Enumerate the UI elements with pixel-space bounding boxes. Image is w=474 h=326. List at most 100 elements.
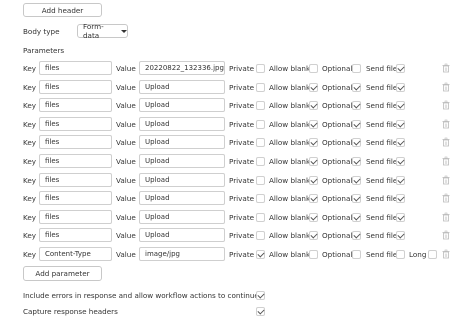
send-file-checkbox[interactable] — [396, 176, 405, 185]
private-checkbox[interactable] — [256, 194, 265, 203]
trash-icon[interactable] — [441, 82, 451, 92]
allow-blank-checkbox[interactable] — [309, 250, 318, 259]
optional-checkbox[interactable] — [352, 213, 361, 222]
allow-blank-checkbox[interactable] — [309, 157, 318, 166]
param-value-input[interactable]: Upload — [139, 154, 225, 168]
private-checkbox[interactable] — [256, 120, 265, 129]
send-file-checkbox[interactable] — [396, 157, 405, 166]
param-value-input[interactable]: Upload — [139, 191, 225, 205]
value-label: Value — [116, 194, 136, 203]
param-value-input[interactable]: Upload — [139, 173, 225, 187]
long-label: Long — [409, 250, 427, 259]
private-checkbox[interactable] — [256, 157, 265, 166]
param-key-input[interactable]: files — [39, 191, 112, 205]
allow-blank-label: Allow blank — [269, 231, 311, 240]
param-value-input[interactable]: Upload — [139, 228, 225, 242]
param-value-input[interactable]: 20220822_132336.jpg — [139, 61, 225, 75]
optional-checkbox[interactable] — [352, 176, 361, 185]
send-file-label: Send file — [366, 138, 398, 147]
trash-icon[interactable] — [441, 119, 451, 129]
optional-checkbox[interactable] — [352, 64, 361, 73]
param-value-input[interactable]: Upload — [139, 98, 225, 112]
param-value-input[interactable]: image/jpg — [139, 247, 225, 261]
private-checkbox[interactable] — [256, 83, 265, 92]
add-header-button[interactable]: Add header — [23, 3, 102, 17]
trash-icon[interactable] — [441, 100, 451, 110]
private-checkbox[interactable] — [256, 64, 265, 73]
long-checkbox[interactable] — [428, 250, 437, 259]
private-checkbox[interactable] — [256, 101, 265, 110]
trash-icon[interactable] — [441, 249, 451, 259]
param-value-input[interactable]: Upload — [139, 210, 225, 224]
private-checkbox[interactable] — [256, 138, 265, 147]
value-label: Value — [116, 64, 136, 73]
add-parameter-button[interactable]: Add parameter — [23, 266, 102, 281]
private-label: Private — [229, 120, 255, 129]
chevron-down-icon — [121, 29, 127, 33]
private-checkbox[interactable] — [256, 231, 265, 240]
allow-blank-checkbox[interactable] — [309, 138, 318, 147]
private-checkbox[interactable] — [256, 250, 265, 259]
private-checkbox[interactable] — [256, 213, 265, 222]
optional-checkbox[interactable] — [352, 194, 361, 203]
optional-checkbox[interactable] — [352, 120, 361, 129]
optional-label: Optional — [322, 176, 353, 185]
include-errors-checkbox[interactable] — [256, 291, 265, 300]
trash-icon[interactable] — [441, 212, 451, 222]
body-type-dropdown[interactable]: Form-data — [77, 22, 128, 40]
optional-checkbox[interactable] — [352, 101, 361, 110]
param-key-input[interactable]: files — [39, 80, 112, 94]
param-key-input[interactable]: files — [39, 98, 112, 112]
trash-icon[interactable] — [441, 156, 451, 166]
allow-blank-checkbox[interactable] — [309, 194, 318, 203]
param-key-input[interactable]: files — [39, 154, 112, 168]
capture-headers-checkbox[interactable] — [256, 307, 265, 316]
capture-headers-label: Capture response headers — [23, 307, 118, 316]
param-value-input[interactable]: Upload — [139, 135, 225, 149]
send-file-checkbox[interactable] — [396, 64, 405, 73]
param-value-input[interactable]: Upload — [139, 80, 225, 94]
optional-label: Optional — [322, 194, 353, 203]
key-label: Key — [23, 138, 37, 147]
allow-blank-checkbox[interactable] — [309, 101, 318, 110]
key-label: Key — [23, 194, 37, 203]
allow-blank-checkbox[interactable] — [309, 83, 318, 92]
value-label: Value — [116, 138, 136, 147]
allow-blank-label: Allow blank — [269, 176, 311, 185]
allow-blank-checkbox[interactable] — [309, 64, 318, 73]
send-file-label: Send file — [366, 64, 398, 73]
allow-blank-checkbox[interactable] — [309, 213, 318, 222]
private-checkbox[interactable] — [256, 176, 265, 185]
param-value-input[interactable]: Upload — [139, 117, 225, 131]
allow-blank-checkbox[interactable] — [309, 176, 318, 185]
allow-blank-checkbox[interactable] — [309, 120, 318, 129]
send-file-checkbox[interactable] — [396, 138, 405, 147]
param-key-input[interactable]: files — [39, 228, 112, 242]
optional-checkbox[interactable] — [352, 157, 361, 166]
trash-icon[interactable] — [441, 63, 451, 73]
send-file-label: Send file — [366, 120, 398, 129]
param-key-input[interactable]: files — [39, 117, 112, 131]
param-key-input[interactable]: files — [39, 61, 112, 75]
allow-blank-checkbox[interactable] — [309, 231, 318, 240]
optional-checkbox[interactable] — [352, 231, 361, 240]
param-key-input[interactable]: files — [39, 135, 112, 149]
trash-icon[interactable] — [441, 193, 451, 203]
param-key-input[interactable]: files — [39, 173, 112, 187]
send-file-checkbox[interactable] — [396, 194, 405, 203]
param-key-input[interactable]: files — [39, 210, 112, 224]
optional-checkbox[interactable] — [352, 83, 361, 92]
send-file-checkbox[interactable] — [396, 101, 405, 110]
send-file-checkbox[interactable] — [396, 213, 405, 222]
optional-checkbox[interactable] — [352, 250, 361, 259]
optional-label: Optional — [322, 213, 353, 222]
send-file-checkbox[interactable] — [396, 231, 405, 240]
param-key-input[interactable]: Content-Type — [39, 247, 112, 261]
optional-checkbox[interactable] — [352, 138, 361, 147]
send-file-checkbox[interactable] — [396, 250, 405, 259]
send-file-checkbox[interactable] — [396, 83, 405, 92]
trash-icon[interactable] — [441, 137, 451, 147]
trash-icon[interactable] — [441, 175, 451, 185]
trash-icon[interactable] — [441, 230, 451, 240]
send-file-checkbox[interactable] — [396, 120, 405, 129]
